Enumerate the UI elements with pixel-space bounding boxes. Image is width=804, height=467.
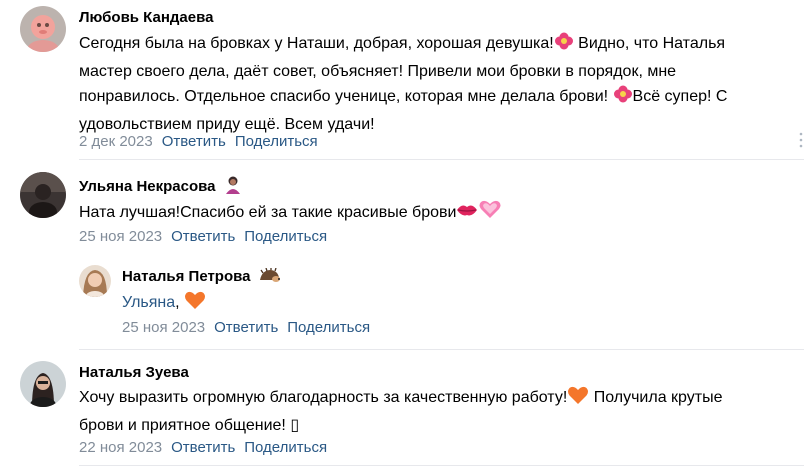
comment-text: Ната лучшая!Спасибо ей за такие красивые… xyxy=(79,198,502,229)
sparkling-heart-icon xyxy=(478,198,502,229)
avatar[interactable] xyxy=(79,265,111,297)
comment-author[interactable]: Наталья Зуева xyxy=(79,364,189,382)
comment-date[interactable]: 2 дек 2023 xyxy=(79,133,153,150)
comment-text: Хочу выразить огромную благодарность за … xyxy=(79,385,723,438)
share-button[interactable]: Поделиться xyxy=(244,228,327,245)
share-button[interactable]: Поделиться xyxy=(235,133,318,150)
comment-date[interactable]: 25 ноя 2023 xyxy=(79,228,162,245)
divider xyxy=(79,349,804,350)
comment-text: Сегодня была на бровках у Наташи, добрая… xyxy=(79,31,727,137)
reply-button[interactable]: Ответить xyxy=(171,228,235,245)
comment-date[interactable]: 25 ноя 2023 xyxy=(122,319,205,336)
orange-heart-icon xyxy=(567,385,589,414)
kiss-lips-icon xyxy=(456,200,478,229)
reply-mention-link[interactable]: Ульяна xyxy=(122,294,175,311)
divider xyxy=(79,465,804,466)
hibiscus-icon xyxy=(613,84,633,113)
comment-date[interactable]: 22 ноя 2023 xyxy=(79,439,162,456)
share-button[interactable]: Поделиться xyxy=(244,439,327,456)
orange-heart-icon xyxy=(184,290,206,319)
comment-author: Наталья Петрова xyxy=(122,267,280,289)
comment-meta: 22 ноя 2023 Ответить Поделиться xyxy=(79,439,336,457)
avatar[interactable] xyxy=(20,361,66,407)
unsupported-emoji-glyph: ▯ xyxy=(290,416,300,434)
avatar[interactable] xyxy=(20,172,66,218)
reply-button[interactable]: Ответить xyxy=(214,319,278,336)
comment-meta: 25 ноя 2023 Ответить Поделиться xyxy=(79,228,336,246)
comment-meta: 25 ноя 2023 Ответить Поделиться xyxy=(122,319,379,337)
more-options-icon[interactable] xyxy=(798,130,804,150)
hedgehog-icon xyxy=(258,267,280,289)
share-button[interactable]: Поделиться xyxy=(287,319,370,336)
comment-author: Ульяна Некрасова xyxy=(79,175,243,200)
avatar[interactable] xyxy=(20,6,66,52)
reply-button[interactable]: Ответить xyxy=(171,439,235,456)
comment-text: Ульяна, xyxy=(122,290,206,319)
hibiscus-icon xyxy=(554,31,574,60)
comment-author[interactable]: Любовь Кандаева xyxy=(79,9,214,27)
person-emoji-icon xyxy=(223,175,243,200)
divider xyxy=(79,159,804,160)
comment-meta: 2 дек 2023 Ответить Поделиться xyxy=(79,133,327,151)
reply-button[interactable]: Ответить xyxy=(162,133,226,150)
